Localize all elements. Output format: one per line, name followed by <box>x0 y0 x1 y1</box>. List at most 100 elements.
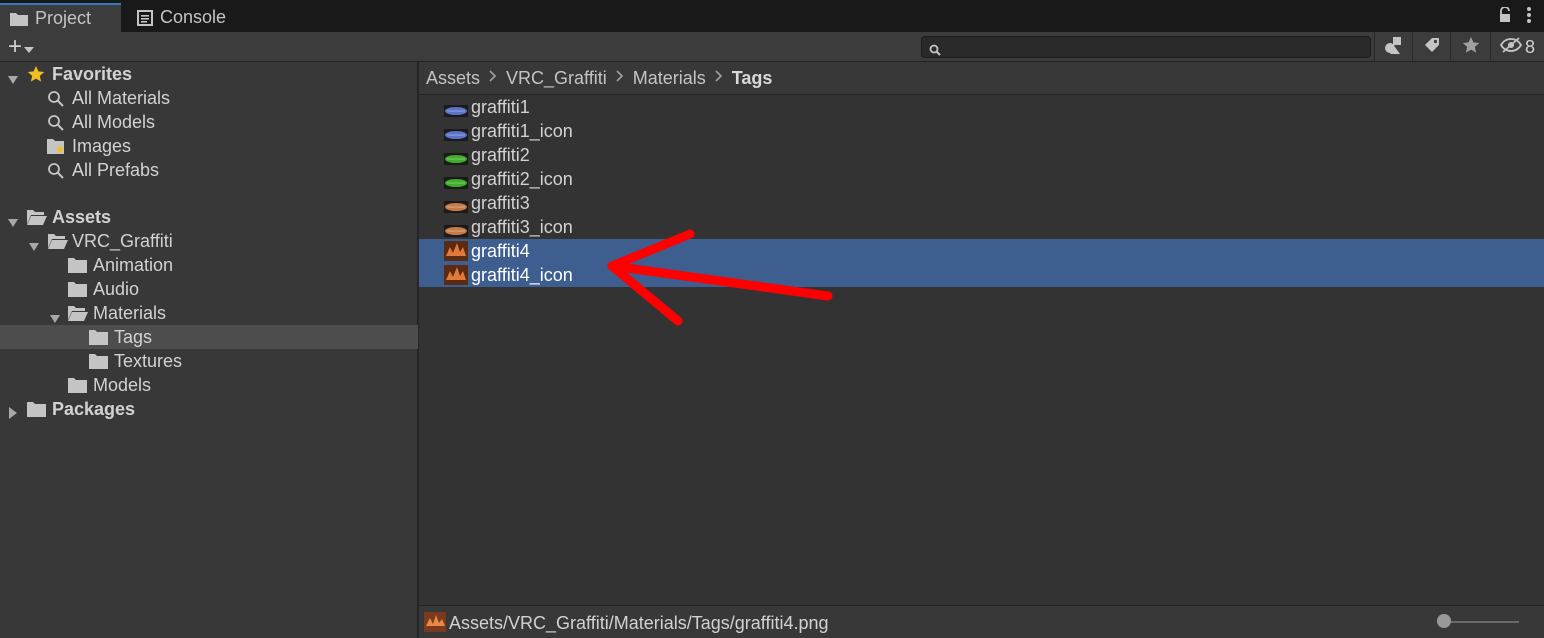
tag-icon <box>1423 36 1441 59</box>
tree-item-label: Favorites <box>52 64 133 84</box>
asset-name: graffiti4_icon <box>471 265 573 285</box>
tab-console[interactable]: Console <box>124 3 254 32</box>
asset-list-item[interactable]: graffiti4 <box>419 239 1544 263</box>
tree-item-all-models[interactable]: All Models <box>0 110 418 134</box>
project-toolbar: + 8 <box>0 32 1544 62</box>
asset-list-item[interactable]: graffiti1 <box>419 95 1544 119</box>
tree-item-label: Tags <box>114 327 153 347</box>
asset-list-item[interactable]: graffiti4_icon <box>419 263 1544 287</box>
asset-name: graffiti3_icon <box>471 217 573 237</box>
hidden-packages-count: 8 <box>1524 36 1535 57</box>
folder-star-icon <box>47 138 66 160</box>
thumbnail-size-slider[interactable] <box>1437 614 1519 628</box>
slider-handle[interactable] <box>1437 614 1451 628</box>
tree-item-assets[interactable]: Assets <box>0 205 418 229</box>
chevron-right-icon <box>715 69 723 87</box>
chevron-right-icon <box>616 69 624 87</box>
tree-item-audio[interactable]: Audio <box>0 277 418 301</box>
breadcrumb-item[interactable]: Assets <box>426 68 480 89</box>
lock-icon[interactable] <box>1498 6 1512 28</box>
asset-name: graffiti2 <box>471 145 530 165</box>
search-by-label-button[interactable] <box>1412 32 1450 62</box>
tree-item-vrc-graffiti[interactable]: VRC_Graffiti <box>0 229 418 253</box>
breadcrumb-item[interactable]: Materials <box>633 68 706 89</box>
search-icon <box>47 162 65 185</box>
search-field[interactable] <box>921 36 1371 58</box>
expand-arrow-icon[interactable] <box>29 236 39 251</box>
tree-item-images[interactable]: Images <box>0 134 418 158</box>
folder-icon <box>89 329 108 350</box>
expand-arrow-icon[interactable] <box>50 308 60 323</box>
texture-thumbnail-icon <box>444 265 468 285</box>
tree-item-label: Packages <box>52 399 136 419</box>
tree-item-all-prefabs[interactable]: All Prefabs <box>0 158 418 182</box>
tree-item-models[interactable]: Models <box>0 373 418 397</box>
create-button[interactable]: + <box>8 33 35 60</box>
hidden-packages-toggle[interactable]: 8 <box>1490 32 1544 62</box>
tree-item-label: Textures <box>114 351 183 371</box>
tree-item-label: Materials <box>93 303 167 323</box>
status-bar: Assets/VRC_Graffiti/Materials/Tags/graff… <box>419 605 1544 638</box>
texture-thumbnail-icon <box>444 149 468 169</box>
folder-open-icon <box>48 233 68 254</box>
tree-item-favorites[interactable]: Favorites <box>0 62 418 86</box>
breadcrumb-item[interactable]: VRC_Graffiti <box>506 68 607 89</box>
asset-list-item[interactable]: graffiti2 <box>419 143 1544 167</box>
folder-icon <box>10 12 28 26</box>
tree-item-label: All Materials <box>72 88 171 108</box>
folder-icon <box>68 281 87 302</box>
search-icon <box>929 40 941 61</box>
tree-item-animation[interactable]: Animation <box>0 253 418 277</box>
tree-item-tags[interactable]: Tags <box>0 325 418 349</box>
asset-list-item[interactable]: graffiti2_icon <box>419 167 1544 191</box>
texture-thumbnail-icon <box>444 221 468 241</box>
tab-project[interactable]: Project <box>0 3 121 32</box>
window-controls <box>1498 6 1532 29</box>
tab-console-label: Console <box>160 7 227 27</box>
tree-item-textures[interactable]: Textures <box>0 349 418 373</box>
tree-item-all-materials[interactable]: All Materials <box>0 86 418 110</box>
texture-thumbnail-icon <box>444 125 468 145</box>
star-icon <box>1462 36 1480 59</box>
asset-list-item[interactable]: graffiti1_icon <box>419 119 1544 143</box>
eye-hidden-icon <box>1499 36 1523 58</box>
asset-browser: Assets VRC_Graffiti Materials Tags graff… <box>419 62 1544 638</box>
tab-project-label: Project <box>35 8 92 28</box>
texture-thumbnail-icon <box>444 173 468 193</box>
search-by-type-button[interactable] <box>1374 32 1412 62</box>
star-icon <box>27 65 45 88</box>
folder-icon <box>27 401 46 422</box>
window-tab-bar: Project Console <box>0 0 1544 32</box>
asset-list-item[interactable]: graffiti3_icon <box>419 215 1544 239</box>
tree-item-packages[interactable]: Packages <box>0 397 418 421</box>
breadcrumb-item-current[interactable]: Tags <box>732 68 773 89</box>
tree-item-label: All Prefabs <box>72 160 160 180</box>
folder-icon <box>68 257 87 278</box>
chevron-right-icon <box>489 69 497 87</box>
shapes-filter-icon <box>1384 35 1404 60</box>
tree-item-label: Audio <box>93 279 140 299</box>
expand-arrow-icon[interactable] <box>8 212 18 227</box>
asset-name: graffiti4 <box>471 241 530 261</box>
tree-item-materials[interactable]: Materials <box>0 301 418 325</box>
expand-arrow-icon[interactable] <box>8 403 18 419</box>
asset-name: graffiti3 <box>471 193 530 213</box>
asset-name: graffiti1_icon <box>471 121 573 141</box>
tree-item-label: Animation <box>93 255 174 275</box>
texture-thumbnail-icon <box>444 101 468 121</box>
texture-thumbnail-icon <box>424 612 446 637</box>
folder-icon <box>89 353 108 374</box>
more-options-icon[interactable] <box>1526 6 1532 29</box>
breadcrumb: Assets VRC_Graffiti Materials Tags <box>419 62 1544 95</box>
selected-asset-path: Assets/VRC_Graffiti/Materials/Tags/graff… <box>449 613 829 633</box>
expand-arrow-icon[interactable] <box>8 69 18 84</box>
favorites-toggle-button[interactable] <box>1450 32 1490 62</box>
asset-list-item[interactable]: graffiti3 <box>419 191 1544 215</box>
folder-open-icon <box>27 209 47 230</box>
plus-icon: + <box>8 33 23 60</box>
asset-name: graffiti2_icon <box>471 169 573 189</box>
texture-thumbnail-icon <box>444 241 468 261</box>
tree-item-label: Assets <box>52 207 112 227</box>
folder-icon <box>68 377 87 398</box>
folder-tree: Favorites All Materials All Models Image… <box>0 62 418 638</box>
